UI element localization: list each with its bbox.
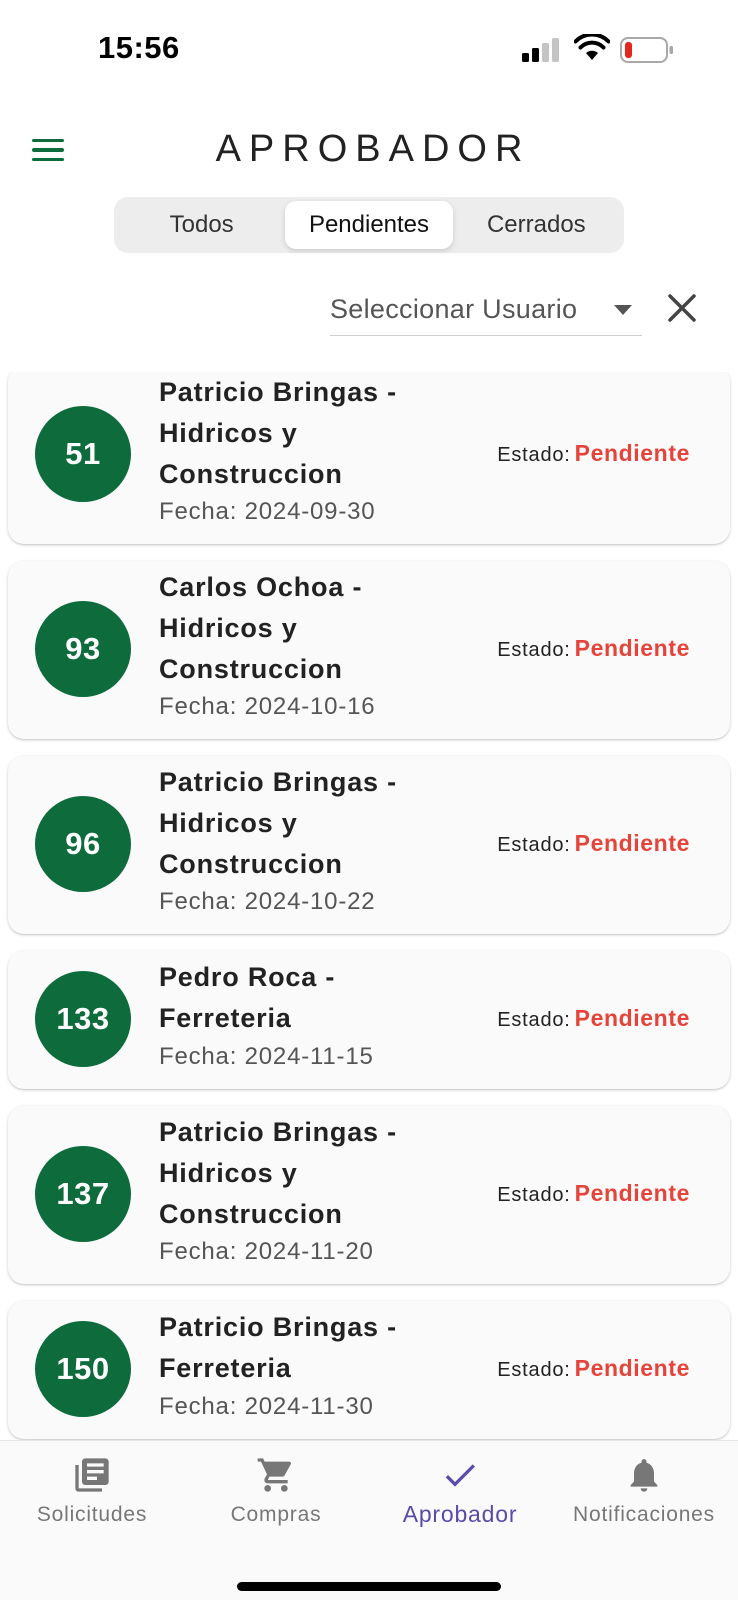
nav-label: Compras	[230, 1503, 322, 1526]
status-value: Pendiente	[574, 1005, 690, 1031]
request-status: Estado: Pendiente	[497, 635, 690, 662]
status-time: 15:56	[98, 30, 180, 65]
user-select-label: Seleccionar Usuario	[330, 294, 578, 324]
caret-down-icon	[614, 304, 632, 315]
request-card[interactable]: 150 Patricio Bringas - Ferreteria Fecha:…	[8, 1301, 730, 1439]
request-card[interactable]: 93 Carlos Ochoa - Hidricos y Construccio…	[8, 561, 730, 739]
request-status: Estado: Pendiente	[497, 1355, 690, 1382]
request-card[interactable]: 96 Patricio Bringas - Hidricos y Constru…	[8, 756, 730, 934]
request-date: Fecha: 2024-09-30	[159, 498, 376, 525]
request-date: Fecha: 2024-11-30	[159, 1393, 374, 1420]
request-number-avatar: 51	[35, 406, 131, 502]
user-select-dropdown[interactable]: Seleccionar Usuario	[330, 284, 642, 336]
request-number-avatar: 133	[35, 971, 131, 1067]
status-label: Estado:	[497, 639, 571, 661]
nav-item-solicitudes[interactable]: Solicitudes	[0, 1455, 184, 1545]
check-icon	[445, 1464, 475, 1487]
bell-icon	[630, 1459, 658, 1492]
status-value: Pendiente	[574, 1355, 690, 1381]
request-date: Fecha: 2024-10-22	[159, 888, 376, 915]
status-label: Estado:	[497, 444, 571, 466]
status-value: Pendiente	[574, 830, 690, 856]
request-number-avatar: 150	[35, 1321, 131, 1417]
request-status: Estado: Pendiente	[497, 1180, 690, 1207]
request-card[interactable]: 51 Patricio Bringas - Hidricos y Constru…	[8, 372, 730, 544]
request-title: Carlos Ochoa - Hidricos y Construccion	[159, 572, 363, 684]
request-list[interactable]: 51 Patricio Bringas - Hidricos y Constru…	[0, 372, 738, 1440]
request-status: Estado: Pendiente	[497, 440, 690, 467]
nav-item-compras[interactable]: Compras	[184, 1455, 368, 1545]
nav-label: Aprobador	[402, 1501, 518, 1527]
status-value: Pendiente	[574, 1180, 690, 1206]
request-card[interactable]: 137 Patricio Bringas - Hidricos y Constr…	[8, 1106, 730, 1284]
request-number-avatar: 137	[35, 1146, 131, 1242]
request-title: Patricio Bringas - Hidricos y Construcci…	[159, 1117, 397, 1229]
status-bar: 15:56	[0, 0, 738, 100]
page-title: APROBADOR	[215, 128, 531, 170]
request-title: Patricio Bringas - Ferreteria	[159, 1312, 397, 1383]
request-date: Fecha: 2024-10-16	[159, 693, 376, 720]
wifi-icon	[574, 34, 610, 60]
tab-cerrados[interactable]: Cerrados	[453, 201, 620, 249]
request-title: Patricio Bringas - Hidricos y Construcci…	[159, 377, 397, 489]
close-icon[interactable]	[664, 290, 700, 326]
tab-todos[interactable]: Todos	[118, 201, 285, 249]
status-label: Estado:	[497, 1009, 571, 1031]
request-date: Fecha: 2024-11-15	[159, 1043, 374, 1070]
request-date: Fecha: 2024-11-20	[159, 1238, 374, 1265]
nav-label: Notificaciones	[573, 1503, 715, 1526]
request-number-avatar: 96	[35, 796, 131, 892]
battery-icon	[620, 37, 673, 63]
status-value: Pendiente	[574, 635, 690, 661]
status-label: Estado:	[497, 1359, 571, 1381]
request-title: Pedro Roca - Ferreteria	[159, 962, 336, 1033]
request-number-avatar: 93	[35, 601, 131, 697]
request-status: Estado: Pendiente	[497, 830, 690, 857]
status-filter-tabs: Todos Pendientes Cerrados	[114, 197, 624, 253]
request-card[interactable]: 133 Pedro Roca - Ferreteria Fecha: 2024-…	[8, 951, 730, 1089]
nav-label: Solicitudes	[36, 1503, 148, 1526]
request-status: Estado: Pendiente	[497, 1005, 690, 1032]
status-value: Pendiente	[574, 440, 690, 466]
nav-item-aprobador[interactable]: Aprobador	[368, 1455, 552, 1545]
status-label: Estado:	[497, 834, 571, 856]
library-books-icon	[75, 1458, 109, 1492]
home-indicator	[237, 1582, 501, 1591]
request-title: Patricio Bringas - Hidricos y Construcci…	[159, 767, 397, 879]
status-label: Estado:	[497, 1184, 571, 1206]
bottom-navigation: Solicitudes Compras Aprobador Notificaci…	[0, 1440, 738, 1600]
nav-item-notificaciones[interactable]: Notificaciones	[552, 1455, 736, 1545]
tab-pendientes[interactable]: Pendientes	[285, 201, 453, 249]
signal-icon	[522, 38, 559, 62]
shopping-cart-icon	[257, 1458, 292, 1492]
